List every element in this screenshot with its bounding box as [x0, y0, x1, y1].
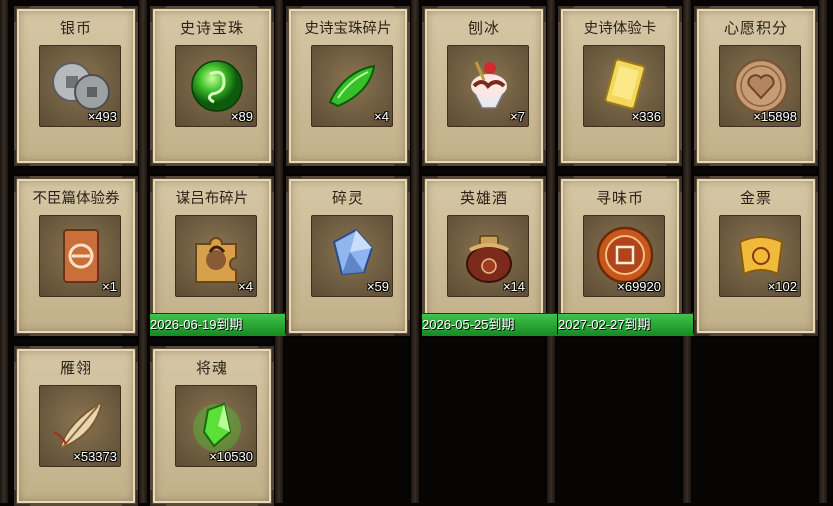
item-name: 碎灵 — [331, 189, 364, 207]
item-card-lubu-fragment[interactable]: 谋吕布碎片 ×4 2026-06-19到期 — [150, 176, 286, 336]
inventory-grid: 银币 ×493 史诗宝珠 ×89 史诗宝珠碎片 ×4 刨冰 ×7 史诗体验卡 ×… — [8, 4, 828, 506]
item-count: ×14 — [502, 279, 525, 294]
item-slot: ×1 — [39, 215, 121, 297]
item-slot: ×14 — [447, 215, 529, 297]
item-name: 史诗体验卡 — [583, 21, 657, 37]
item-slot: ×10530 — [175, 385, 257, 467]
item-count: ×1 — [102, 279, 117, 294]
item-count: ×102 — [767, 279, 797, 294]
item-name: 英雄酒 — [459, 189, 508, 207]
item-count: ×4 — [374, 109, 389, 124]
item-name: 雁翎 — [59, 359, 92, 377]
item-name: 将魂 — [195, 359, 228, 377]
item-count: ×53373 — [73, 449, 117, 464]
item-count: ×493 — [87, 109, 117, 124]
item-card-silver-coin[interactable]: 银币 ×493 — [14, 6, 138, 166]
item-card-hero-wine[interactable]: 英雄酒 ×14 2026-05-25到期 — [422, 176, 558, 336]
expiry-banner: 2026-05-25到期 — [422, 313, 558, 336]
item-slot: ×89 — [175, 45, 257, 127]
item-slot: ×102 — [719, 215, 801, 297]
item-card-goose-feather[interactable]: 雁翎 ×53373 — [14, 346, 138, 506]
item-slot: ×15898 — [719, 45, 801, 127]
item-card-epic-orb-shard[interactable]: 史诗宝珠碎片 ×4 — [286, 6, 410, 166]
expiry-banner: 2026-06-19到期 — [150, 313, 286, 336]
item-card-shaved-ice[interactable]: 刨冰 ×7 — [422, 6, 546, 166]
item-name: 刨冰 — [467, 19, 500, 37]
item-name: 谋吕布碎片 — [175, 191, 249, 207]
item-count: ×59 — [366, 279, 389, 294]
item-count: ×15898 — [753, 109, 797, 124]
item-card-epic-trial-card[interactable]: 史诗体验卡 ×336 — [558, 6, 682, 166]
item-card-flavor-coin[interactable]: 寻味币 ×69920 2027-02-27到期 — [558, 176, 694, 336]
item-slot: ×4 — [311, 45, 393, 127]
item-count: ×89 — [230, 109, 253, 124]
item-count: ×336 — [631, 109, 661, 124]
item-name: 寻味币 — [595, 189, 644, 207]
item-count: ×69920 — [617, 279, 661, 294]
item-slot: ×4 — [175, 215, 257, 297]
item-card-gold-ticket[interactable]: 金票 ×102 — [694, 176, 818, 336]
item-slot: ×53373 — [39, 385, 121, 467]
item-slot: ×7 — [447, 45, 529, 127]
item-name: 史诗宝珠碎片 — [304, 21, 392, 37]
item-card-broken-spirit[interactable]: 碎灵 ×59 — [286, 176, 410, 336]
item-slot: ×336 — [583, 45, 665, 127]
item-card-buchen-trial-ticket[interactable]: 不臣篇体验券 ×1 — [14, 176, 138, 336]
item-count: ×7 — [510, 109, 525, 124]
item-name: 金票 — [739, 189, 772, 207]
item-count: ×10530 — [209, 449, 253, 464]
item-count: ×4 — [238, 279, 253, 294]
item-name: 心愿积分 — [723, 19, 788, 37]
item-name: 不臣篇体验券 — [32, 191, 120, 207]
item-slot: ×69920 — [583, 215, 665, 297]
item-name: 史诗宝珠 — [179, 19, 244, 37]
expiry-banner: 2027-02-27到期 — [558, 313, 694, 336]
item-card-wish-points[interactable]: 心愿积分 ×15898 — [694, 6, 818, 166]
item-card-general-soul[interactable]: 将魂 ×10530 — [150, 346, 274, 506]
item-slot: ×493 — [39, 45, 121, 127]
item-card-epic-orb[interactable]: 史诗宝珠 ×89 — [150, 6, 274, 166]
item-slot: ×59 — [311, 215, 393, 297]
item-name: 银币 — [59, 19, 92, 37]
